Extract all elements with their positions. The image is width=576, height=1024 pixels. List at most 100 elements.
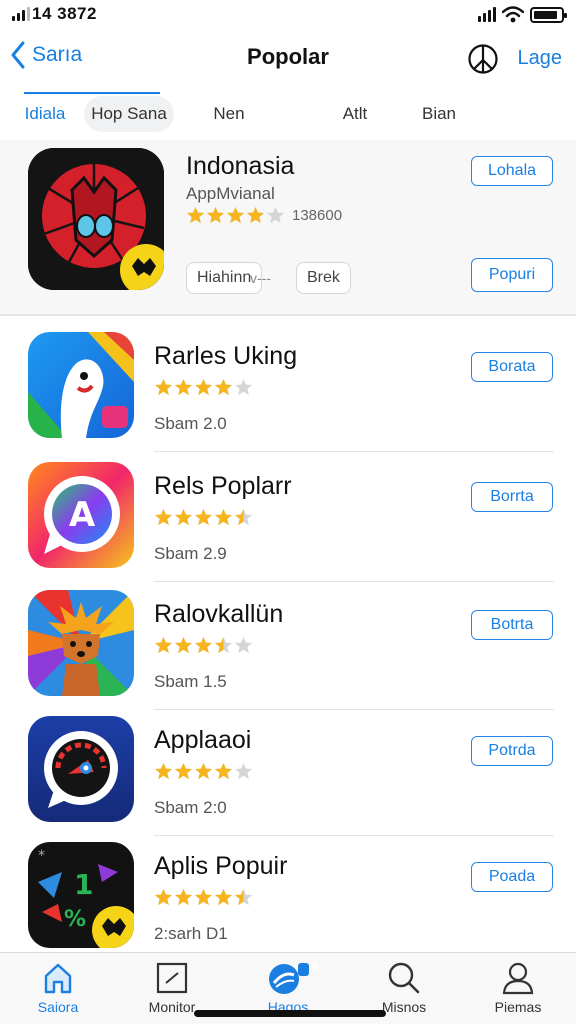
star-filled-icon (174, 888, 193, 906)
signal-strength-icon (478, 7, 496, 22)
star-rating (154, 636, 254, 655)
star-rating (154, 508, 254, 527)
list-item[interactable]: Rarles Uking Sbam 2.0 Borata (0, 322, 576, 452)
featured-rating-count: 138600 (292, 207, 343, 224)
tab-idiala[interactable]: Idiala (20, 96, 70, 132)
app-meta: Sbam 2.9 (154, 544, 227, 563)
get-button[interactable]: Poada (471, 862, 553, 892)
svg-text:1: 1 (74, 868, 93, 901)
star-filled-icon (154, 636, 173, 654)
list-item[interactable]: Applaaoi Sbam 2:0 Potrda (0, 706, 576, 836)
list-item[interactable]: A Rels Poplarr Sbam 2.9 Borrta (0, 452, 576, 582)
home-indicator (194, 1010, 386, 1017)
star-filled-icon (214, 888, 233, 906)
home-icon (44, 963, 72, 994)
category-tabs: Idiala Hop Sana Nen Atlt Bian (0, 92, 576, 138)
app-name: Ralovkallün (154, 600, 284, 628)
featured-app-card[interactable]: Indonasia AppMvianal 138600 Hiahinn v---… (0, 140, 576, 316)
app-name: Rels Poplarr (154, 472, 292, 500)
featured-app-subtitle: AppMvianal (186, 184, 275, 203)
search-icon (388, 962, 420, 994)
status-bar: 14 3872 (0, 0, 576, 30)
star-filled-icon (154, 508, 173, 526)
tab-hop-sana[interactable]: Hop Sana (84, 96, 174, 132)
star-filled-icon (194, 508, 213, 526)
app-name: Rarles Uking (154, 342, 298, 370)
star-empty-icon (234, 762, 253, 780)
star-filled-icon (194, 378, 213, 396)
star-filled-icon (154, 762, 173, 780)
frame-icon (156, 962, 188, 994)
wifi-icon (502, 6, 524, 23)
tab-bar-label: Piemas (494, 999, 542, 1015)
star-filled-icon (174, 508, 193, 526)
featured-get-button[interactable]: Lohala (471, 156, 553, 186)
star-filled-icon (174, 762, 193, 780)
tab-atlt[interactable]: Atlt (330, 96, 380, 132)
profile-icon (502, 962, 534, 995)
battery-icon (530, 6, 567, 23)
star-filled-icon (174, 636, 193, 654)
chat-a-app-icon[interactable]: A (28, 462, 134, 568)
tab-bar-item-misnos[interactable]: Misnos (354, 961, 454, 1015)
star-filled-icon (154, 378, 173, 396)
app-meta: 2:sarh D1 (154, 924, 228, 943)
star-half-icon (234, 508, 253, 526)
featured-chip-brek[interactable]: Brek (296, 262, 351, 294)
tab-bar-label: Saiora (37, 999, 79, 1015)
tab-bar-item-hagos[interactable]: 8 Hagos (238, 961, 338, 1015)
svg-text:A: A (69, 495, 96, 535)
star-half-icon (214, 636, 233, 654)
list-item[interactable]: * 1 % Aplis Popuir 2:sarh D1 Poada (0, 832, 576, 962)
svg-text:*: * (38, 848, 45, 864)
star-rating (154, 378, 254, 397)
app-meta: Sbam 1.5 (154, 672, 227, 691)
get-button[interactable]: Potrda (471, 736, 553, 766)
peace-icon[interactable] (467, 43, 499, 75)
star-filled-icon (214, 762, 233, 780)
featured-star-rating (186, 206, 286, 225)
star-filled-icon (194, 888, 213, 906)
get-button[interactable]: Borata (471, 352, 553, 382)
star-empty-icon (234, 378, 253, 396)
ghost-app-icon[interactable] (28, 332, 134, 438)
speedometer-app-icon[interactable] (28, 716, 134, 822)
star-filled-icon (194, 762, 213, 780)
star-rating (154, 888, 254, 907)
get-button[interactable]: Borrta (471, 482, 553, 512)
get-button[interactable]: Botrta (471, 610, 553, 640)
star-filled-icon (246, 206, 265, 224)
star-filled-icon (214, 508, 233, 526)
app-meta: Sbam 2.0 (154, 414, 227, 433)
game-app-icon[interactable]: * 1 % (28, 842, 134, 948)
masked-app-icon[interactable] (28, 148, 164, 290)
tab-indicator (24, 92, 160, 94)
star-empty-icon (266, 206, 285, 224)
app-name: Aplis Popuir (154, 852, 288, 880)
star-rating (154, 762, 254, 781)
svg-text:%: % (64, 907, 86, 932)
nav-right-button[interactable]: Lage (518, 47, 563, 70)
star-filled-icon (154, 888, 173, 906)
tab-nen[interactable]: Nen (204, 96, 254, 132)
tab-bar-item-monitor[interactable]: Monitor (122, 961, 222, 1015)
star-empty-icon (234, 636, 253, 654)
star-filled-icon (214, 378, 233, 396)
app-name: Applaaoi (154, 726, 252, 754)
tab-bian[interactable]: Bian (412, 96, 466, 132)
featured-chip-separator: v--- (250, 270, 271, 286)
tab-bar-item-saiora[interactable]: Saiora (8, 961, 108, 1015)
tab-bar-item-piemas[interactable]: Piemas (468, 961, 568, 1015)
featured-popular-button[interactable]: Popuri (471, 258, 553, 292)
back-label: Sarıa (32, 43, 83, 66)
back-button[interactable]: Sarıa (10, 40, 82, 70)
star-filled-icon (206, 206, 225, 224)
star-half-icon (234, 888, 253, 906)
star-filled-icon (194, 636, 213, 654)
fox-app-icon[interactable] (28, 590, 134, 696)
apps-badge: 8 (312, 962, 318, 973)
star-filled-icon (174, 378, 193, 396)
star-filled-icon (186, 206, 205, 224)
featured-app-name: Indonasia (186, 152, 295, 180)
list-item[interactable]: Ralovkallün Sbam 1.5 Botrta (0, 580, 576, 710)
